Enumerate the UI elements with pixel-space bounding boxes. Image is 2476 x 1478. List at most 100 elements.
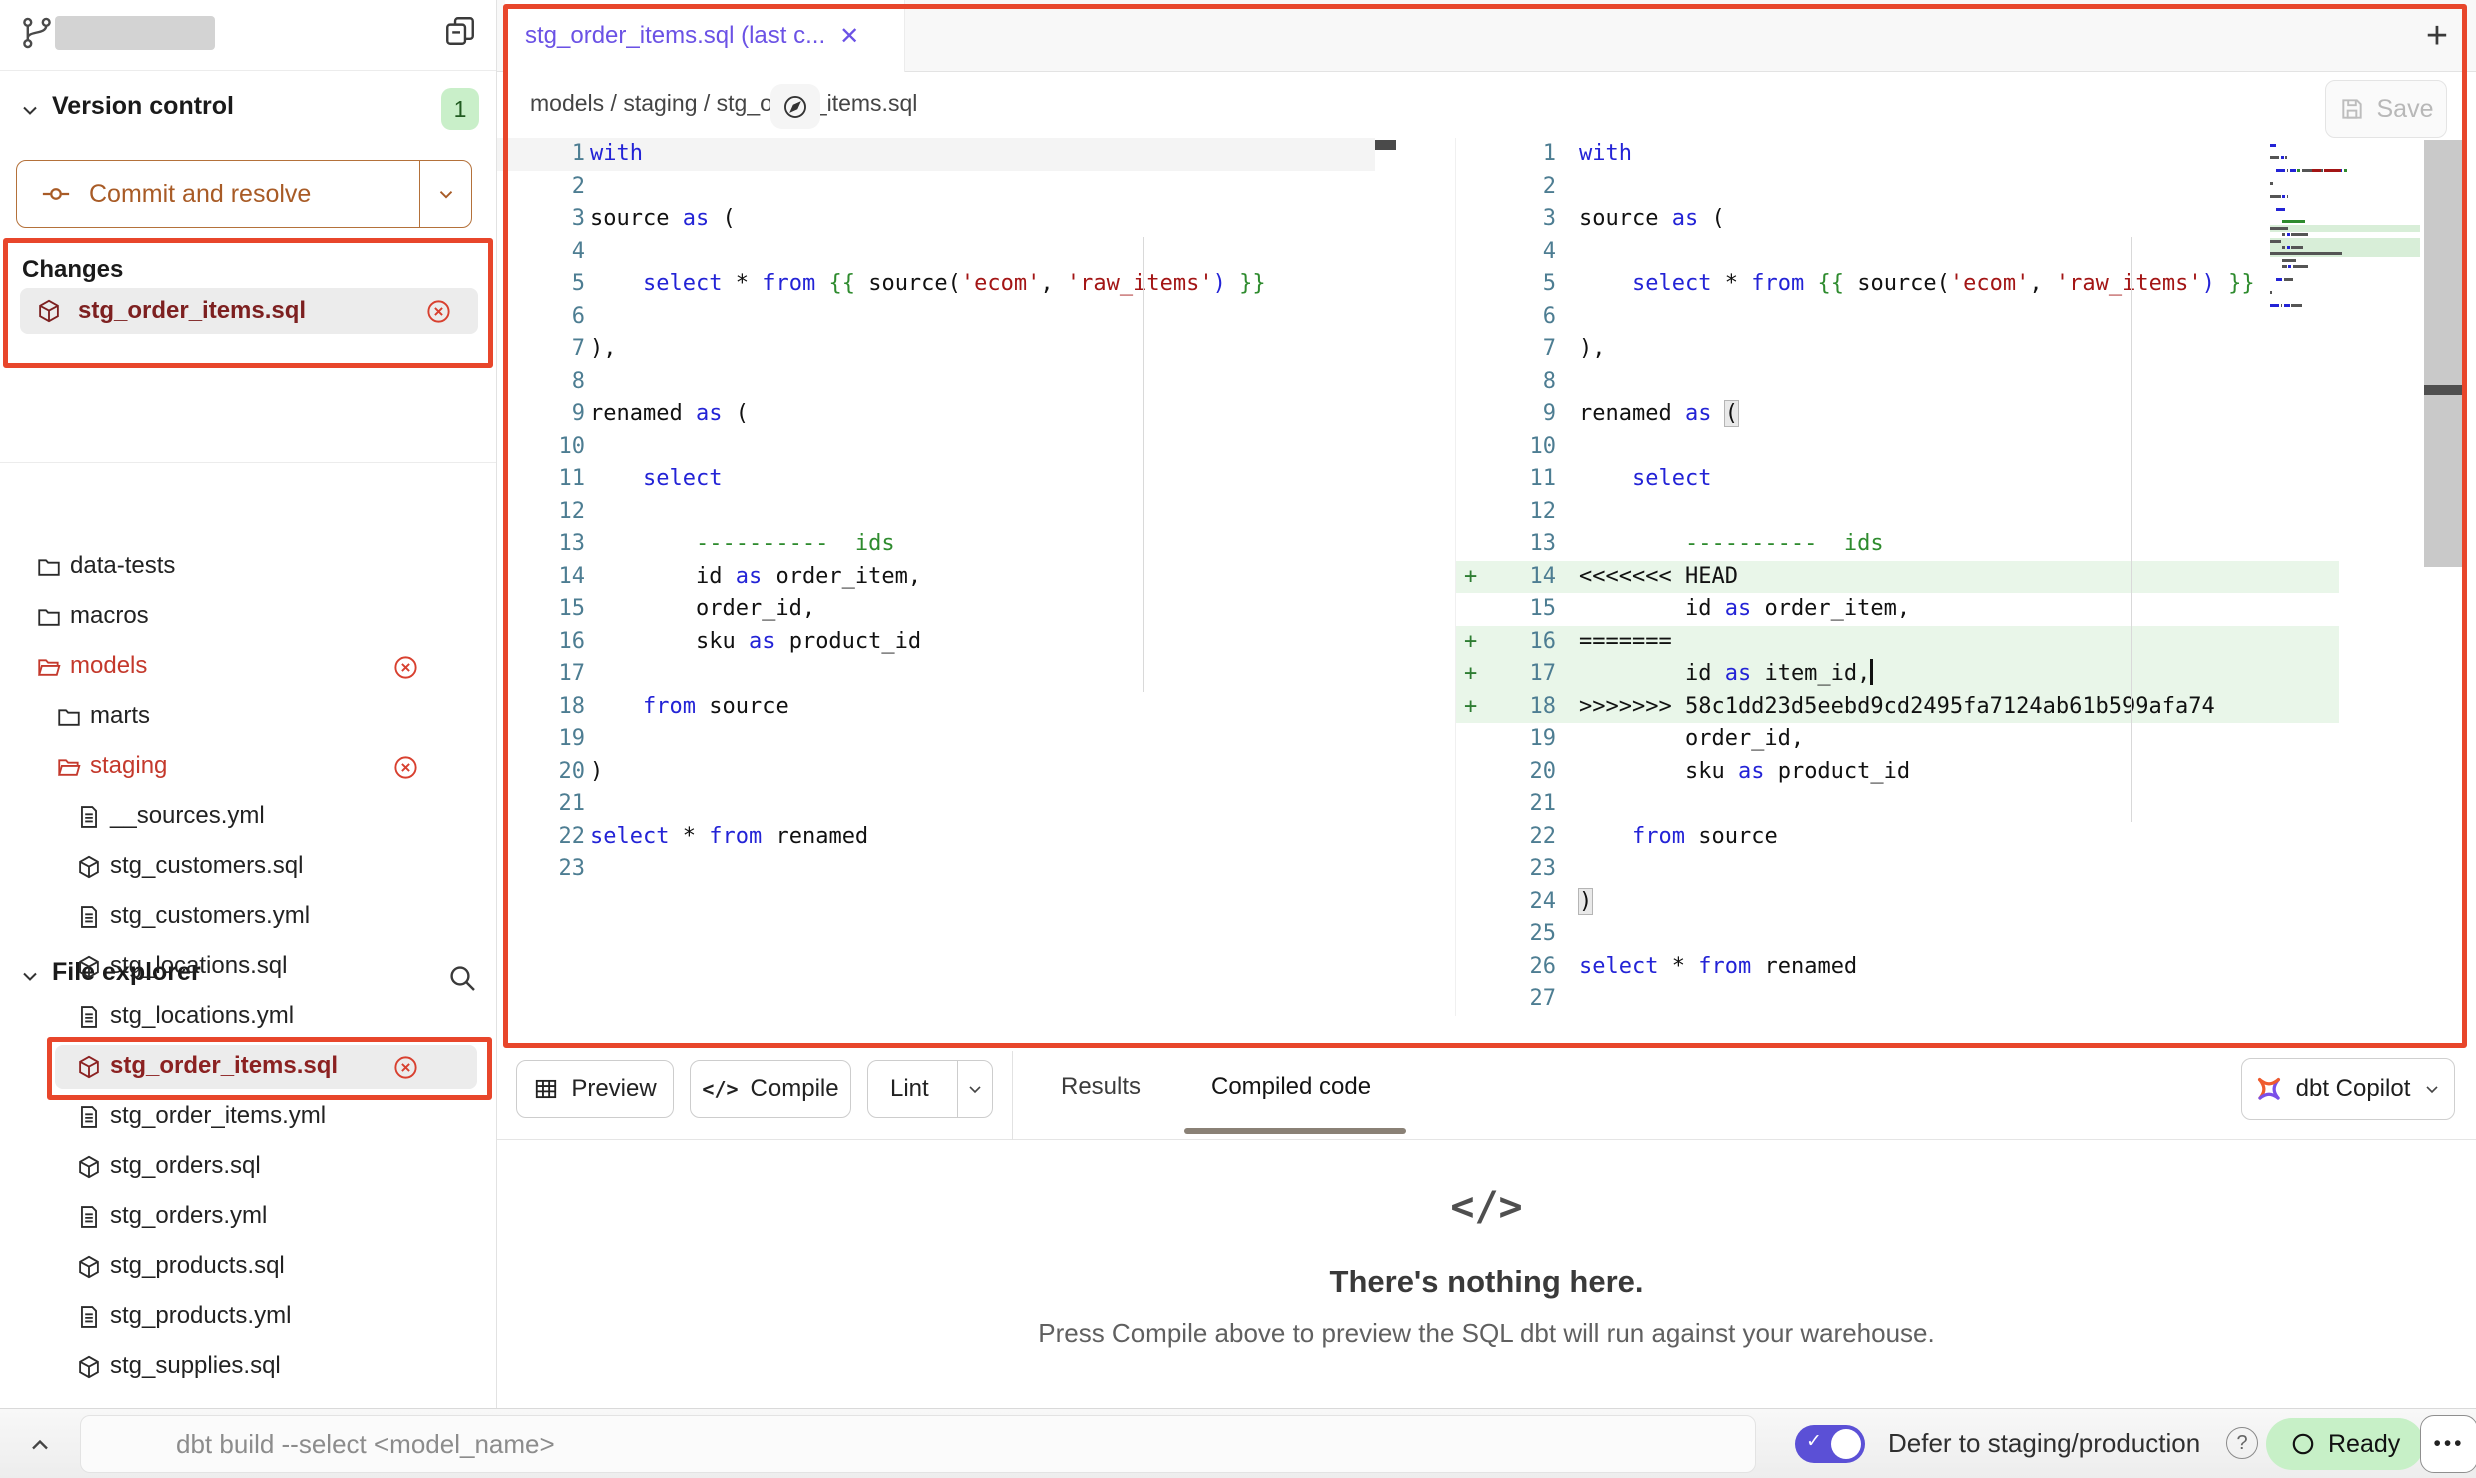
right-pane-scrollbar[interactable] — [2424, 140, 2466, 567]
editor-pane-last-commit[interactable]: 1with23source as (45 select * from {{ so… — [497, 138, 1375, 886]
discard-change-icon[interactable] — [425, 298, 452, 325]
code-line[interactable]: 18 from source — [497, 691, 1375, 724]
tree-item-stg_orders.yml[interactable]: stg_orders.yml — [0, 1192, 497, 1242]
code-line[interactable]: 4 — [1456, 236, 2339, 269]
discard-change-icon[interactable] — [392, 1054, 419, 1081]
code-line[interactable]: 8 — [1456, 366, 2339, 399]
code-line[interactable]: 13 ---------- ids — [1456, 528, 2339, 561]
help-icon[interactable]: ? — [2226, 1427, 2258, 1459]
tree-item-stg_order_items.sql[interactable]: stg_order_items.sql — [0, 1042, 497, 1092]
expand-command-bar-icon[interactable] — [26, 1431, 54, 1459]
code-line[interactable]: 15 id as order_item, — [1456, 593, 2339, 626]
tab-results[interactable]: Results — [1061, 1073, 1141, 1101]
code-line[interactable]: 3source as ( — [497, 203, 1375, 236]
code-line[interactable]: 5 select * from {{ source('ecom', 'raw_i… — [1456, 268, 2339, 301]
code-line[interactable]: 5 select * from {{ source('ecom', 'raw_i… — [497, 268, 1375, 301]
code-line[interactable]: 10 — [1456, 431, 2339, 464]
code-line[interactable]: 7), — [1456, 333, 2339, 366]
code-line[interactable]: +18>>>>>>> 58c1dd23d5eebd9cd2495fa7124ab… — [1456, 691, 2339, 724]
tree-item-stg_orders.sql[interactable]: stg_orders.sql — [0, 1142, 497, 1192]
code-line[interactable]: 23 — [497, 853, 1375, 886]
code-line[interactable]: 20) — [497, 756, 1375, 789]
code-line[interactable]: 12 — [497, 496, 1375, 529]
tree-item-stg_products.yml[interactable]: stg_products.yml — [0, 1292, 497, 1342]
code-line[interactable]: 1with — [497, 138, 1375, 171]
code-line[interactable]: 21 — [497, 788, 1375, 821]
code-line[interactable]: 11 select — [497, 463, 1375, 496]
code-line[interactable]: 26select * from renamed — [1456, 951, 2339, 984]
code-line[interactable]: 9renamed as ( — [1456, 398, 2339, 431]
tree-item-stg_locations.sql[interactable]: stg_locations.sql — [0, 942, 497, 992]
code-line[interactable]: 24) — [1456, 886, 2339, 919]
code-line[interactable]: 21 — [1456, 788, 2339, 821]
tree-item-__sources.yml[interactable]: __sources.yml — [0, 792, 497, 842]
save-button[interactable]: Save — [2325, 80, 2447, 138]
code-line[interactable]: 25 — [1456, 918, 2339, 951]
commit-and-resolve-button[interactable]: Commit and resolve — [16, 160, 472, 228]
commit-options-chevron[interactable] — [419, 161, 471, 227]
discard-change-icon[interactable] — [392, 754, 419, 781]
code-line[interactable]: 12 — [1456, 496, 2339, 529]
code-line[interactable]: 7), — [497, 333, 1375, 366]
editor-pane-current[interactable]: 1with23source as (45 select * from {{ so… — [1455, 138, 2339, 1016]
code-line[interactable]: 17 — [497, 658, 1375, 691]
code-line[interactable]: 9renamed as ( — [497, 398, 1375, 431]
new-tab-button[interactable]: + — [2415, 14, 2459, 58]
tree-item-stg_products.sql[interactable]: stg_products.sql — [0, 1242, 497, 1292]
minimap[interactable] — [2270, 142, 2420, 322]
preview-button[interactable]: Preview — [516, 1060, 674, 1118]
command-input[interactable] — [80, 1415, 1756, 1473]
tab-compiled-code[interactable]: Compiled code — [1211, 1073, 1371, 1101]
code-line[interactable]: +16======= — [1456, 626, 2339, 659]
commit-icon — [41, 179, 71, 209]
tree-item-macros[interactable]: macros — [0, 592, 497, 642]
code-line[interactable]: +17 id as item_id, — [1456, 658, 2339, 691]
code-line[interactable]: 2 — [497, 171, 1375, 204]
code-line[interactable]: 6 — [1456, 301, 2339, 334]
tree-item-marts[interactable]: marts — [0, 692, 497, 742]
tree-item-stg_order_items.yml[interactable]: stg_order_items.yml — [0, 1092, 497, 1142]
discard-change-icon[interactable] — [392, 654, 419, 681]
code-line[interactable]: 27 — [1456, 983, 2339, 1016]
tree-item-staging[interactable]: staging — [0, 742, 497, 792]
more-options-button[interactable]: ••• — [2420, 1415, 2476, 1473]
compile-button[interactable]: </> Compile — [690, 1060, 851, 1118]
code-line[interactable]: 14 id as order_item, — [497, 561, 1375, 594]
dbt-copilot-button[interactable]: dbt Copilot — [2241, 1058, 2455, 1120]
code-line[interactable]: 11 select — [1456, 463, 2339, 496]
tree-item-models[interactable]: models — [0, 642, 497, 692]
code-line[interactable]: 22 from source — [1456, 821, 2339, 854]
code-line[interactable]: 23 — [1456, 853, 2339, 886]
code-line[interactable]: 1with — [1456, 138, 2339, 171]
code-line[interactable]: 10 — [497, 431, 1375, 464]
code-line[interactable]: 13 ---------- ids — [497, 528, 1375, 561]
code-line[interactable]: 8 — [497, 366, 1375, 399]
code-line[interactable]: 20 sku as product_id — [1456, 756, 2339, 789]
left-pane-scrollbar[interactable] — [1375, 140, 1396, 150]
code-line[interactable]: 19 — [497, 723, 1375, 756]
tree-item-stg_supplies.sql[interactable]: stg_supplies.sql — [0, 1342, 497, 1392]
tree-item-stg_customers.yml[interactable]: stg_customers.yml — [0, 892, 497, 942]
compass-icon[interactable] — [770, 84, 820, 129]
code-line[interactable]: 15 order_id, — [497, 593, 1375, 626]
tab-close-icon[interactable]: ✕ — [839, 22, 859, 51]
lint-options-chevron[interactable] — [957, 1061, 992, 1117]
tree-item-stg_locations.yml[interactable]: stg_locations.yml — [0, 992, 497, 1042]
code-line[interactable]: 3source as ( — [1456, 203, 2339, 236]
version-control-chevron-icon[interactable] — [18, 98, 42, 122]
tree-item-stg_customers.sql[interactable]: stg_customers.sql — [0, 842, 497, 892]
code-line[interactable]: 6 — [497, 301, 1375, 334]
tree-item-data-tests[interactable]: data-tests — [0, 542, 497, 592]
code-line[interactable]: 16 sku as product_id — [497, 626, 1375, 659]
branch-name-placeholder — [55, 16, 215, 50]
defer-toggle[interactable]: ✓ — [1795, 1425, 1865, 1463]
code-line[interactable]: 22select * from renamed — [497, 821, 1375, 854]
tab-stg-order-items[interactable]: stg_order_items.sql (last c... ✕ — [505, 0, 905, 72]
code-line[interactable]: 2 — [1456, 171, 2339, 204]
duplicate-icon[interactable] — [443, 14, 477, 48]
code-line[interactable]: 4 — [497, 236, 1375, 269]
code-line[interactable]: 19 order_id, — [1456, 723, 2339, 756]
change-item[interactable]: stg_order_items.sql — [20, 288, 478, 334]
lint-button[interactable]: Lint — [867, 1060, 993, 1118]
code-line[interactable]: +14<<<<<<< HEAD — [1456, 561, 2339, 594]
